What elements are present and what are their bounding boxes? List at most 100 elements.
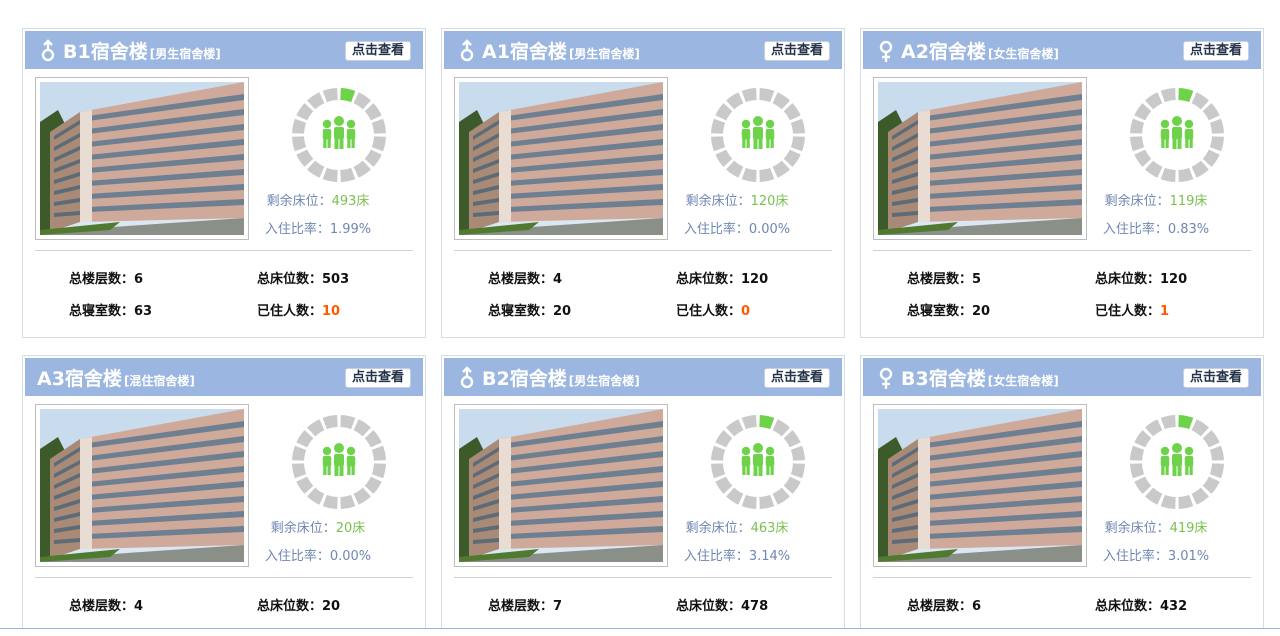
ring-segment (292, 118, 307, 134)
ring-segment (1178, 415, 1194, 430)
building-name: A2宿舍楼 (901, 41, 986, 63)
total-floors-label: 总楼层数： (488, 272, 554, 287)
card-header: A2宿舍楼 [女生宿舍楼] 点击查看 (863, 31, 1261, 69)
card-header: A3宿舍楼 [混住宿舍楼] 点击查看 (25, 358, 423, 396)
ring-segment (715, 430, 733, 448)
occupancy-rate: 入住比率：1.99% (223, 218, 413, 237)
building-title: A1宿舍楼 [男生宿舍楼] (482, 37, 640, 64)
building-photo (35, 404, 249, 567)
people-icon (322, 116, 356, 149)
ring-segment (1160, 167, 1176, 182)
ring-segment (1160, 415, 1176, 430)
building-name: A1宿舍楼 (482, 41, 567, 63)
remaining-beds-label: 剩余床位： (685, 194, 751, 209)
total-rooms-label: 总寝室数： (69, 304, 135, 319)
ring-segment (1130, 463, 1145, 479)
ring-segment (322, 494, 338, 509)
ring-segment (1191, 419, 1209, 437)
ring-segment (322, 415, 338, 430)
occupants-value: 0 (741, 304, 751, 319)
remaining-beds: 剩余床位：463床 (642, 517, 832, 536)
remaining-beds-label: 剩余床位： (270, 521, 336, 536)
occupancy-rate-label: 入住比率： (683, 222, 749, 237)
total-beds: 总床位数：503 (257, 268, 349, 287)
building-type: [男生宿舍楼] (568, 374, 640, 388)
total-floors-value: 4 (134, 599, 144, 614)
divider (454, 577, 832, 578)
ring-segment (340, 415, 356, 430)
occupancy-ring (292, 88, 386, 182)
people-icon (1160, 443, 1194, 476)
total-floors-value: 6 (134, 272, 144, 287)
view-details-button[interactable]: 点击查看 (344, 368, 411, 388)
ring-segment (1160, 88, 1176, 103)
view-details-button[interactable]: 点击查看 (344, 41, 411, 61)
total-beds: 总床位数：432 (1095, 595, 1187, 614)
total-floors: 总楼层数：6 (907, 595, 981, 614)
occupancy-rate-label: 入住比率： (1102, 549, 1168, 564)
ring-segment (322, 88, 338, 103)
view-details-button[interactable]: 点击查看 (1182, 368, 1249, 388)
occupants: 已住人数：10 (257, 300, 340, 319)
ring-segment (1202, 430, 1220, 448)
building-title: B3宿舍楼 [女生宿舍楼] (901, 364, 1059, 391)
view-details-button[interactable]: 点击查看 (1182, 41, 1249, 61)
ring-segment (726, 92, 744, 110)
total-floors-label: 总楼层数： (907, 599, 973, 614)
remaining-beds: 剩余床位：119床 (1061, 190, 1251, 209)
total-beds-value: 503 (322, 272, 350, 287)
occupancy-rate-label: 入住比率： (1102, 222, 1168, 237)
occupancy-rate: 入住比率：0.00% (642, 218, 832, 237)
total-beds: 总床位数：20 (257, 595, 340, 614)
building-title: A2宿舍楼 [女生宿舍楼] (901, 37, 1059, 64)
building-title: B1宿舍楼 [男生宿舍楼] (63, 37, 221, 64)
total-beds-label: 总床位数： (1095, 272, 1161, 287)
ring-segment (371, 445, 386, 461)
ring-segment (1202, 103, 1220, 121)
card-header: B2宿舍楼 [男生宿舍楼] 点击查看 (444, 358, 842, 396)
ring-segment (292, 445, 307, 461)
female-icon (879, 40, 893, 62)
view-details-button[interactable]: 点击查看 (763, 41, 830, 61)
ring-segment (790, 463, 805, 479)
ring-segment (759, 494, 775, 509)
building-card-a2: A2宿舍楼 [女生宿舍楼] 点击查看 剩余床位：119床 入住比率：0.83% 总… (860, 28, 1264, 338)
ring-segment (772, 419, 790, 437)
occupancy-rate: 入住比率：3.01% (1061, 545, 1251, 564)
ring-segment (364, 149, 382, 167)
building-card-b1: B1宿舍楼 [男生宿舍楼] 点击查看 剩余床位：493床 入住比率：1.99% 总… (22, 28, 426, 338)
ring-segment (1130, 118, 1145, 134)
total-floors: 总楼层数：4 (488, 268, 562, 287)
occupants-label: 已住人数： (676, 304, 742, 319)
male-icon (460, 366, 474, 389)
divider (454, 250, 832, 251)
total-floors-value: 7 (553, 599, 563, 614)
building-name: A3宿舍楼 (37, 368, 122, 390)
ring-segment (1145, 419, 1163, 437)
ring-segment (1202, 149, 1220, 167)
occupancy-rate-value: 3.01% (1167, 549, 1210, 564)
ring-segment (364, 430, 382, 448)
ring-segment (1209, 118, 1224, 134)
remaining-beds-value: 419床 (1169, 521, 1208, 536)
ring-segment (1130, 136, 1145, 152)
ring-segment (1202, 476, 1220, 494)
remaining-beds-label: 剩余床位： (1104, 521, 1170, 536)
total-beds-label: 总床位数： (257, 599, 323, 614)
total-beds-value: 120 (1160, 272, 1188, 287)
view-details-button[interactable]: 点击查看 (763, 368, 830, 388)
ring-segment (371, 118, 386, 134)
total-rooms-label: 总寝室数： (907, 304, 973, 319)
ring-segment (307, 92, 325, 110)
ring-segment (741, 88, 757, 103)
building-photo (35, 77, 249, 240)
ring-segment (1209, 463, 1224, 479)
horizontal-scrollbar[interactable] (0, 628, 1280, 636)
ring-segment (296, 476, 314, 494)
building-type: [女生宿舍楼] (987, 47, 1059, 61)
occupancy-ring (292, 415, 386, 509)
ring-segment (292, 136, 307, 152)
occupancy-rate-value: 0.83% (1167, 222, 1210, 237)
remaining-beds: 剩余床位：20床 (223, 517, 413, 536)
remaining-beds: 剩余床位：419床 (1061, 517, 1251, 536)
